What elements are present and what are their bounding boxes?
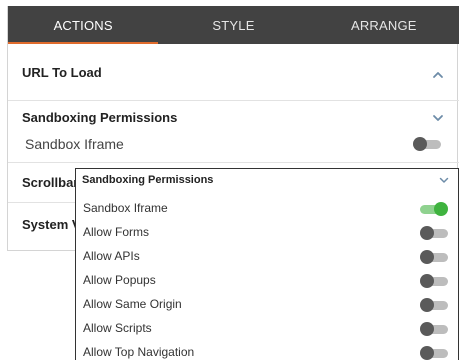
url-to-load-section[interactable]: URL To Load: [8, 44, 459, 101]
popup-label: Allow Popups: [83, 273, 156, 287]
sandbox-iframe-label: Sandbox Iframe: [25, 136, 124, 152]
sandboxing-permissions-title[interactable]: Sandboxing Permissions: [22, 110, 177, 125]
popup-row-allow-forms: Allow Forms: [76, 221, 458, 245]
url-to-load-title: URL To Load: [22, 65, 102, 80]
allow-forms-toggle[interactable]: [420, 226, 448, 240]
popup-row-sandbox-iframe: Sandbox Iframe: [76, 197, 458, 221]
popup-label: Allow APIs: [83, 249, 140, 263]
popup-row-allow-apis: Allow APIs: [76, 245, 458, 269]
tab-style[interactable]: STYLE: [158, 6, 308, 44]
sandboxing-permissions-popup: Sandboxing Permissions Sandbox Iframe Al…: [75, 168, 459, 360]
popup-label: Allow Top Navigation: [83, 345, 195, 359]
allow-scripts-toggle[interactable]: [420, 322, 448, 336]
popup-label: Allow Forms: [83, 225, 150, 239]
tab-actions[interactable]: ACTIONS: [8, 6, 159, 44]
popup-row-allow-top-navigation: Allow Top Navigation: [76, 341, 458, 360]
sandbox-iframe-toggle[interactable]: [420, 202, 448, 216]
allow-popups-toggle[interactable]: [420, 274, 448, 288]
tab-bar: ACTIONS STYLE ARRANGE: [8, 6, 459, 44]
allow-top-navigation-toggle[interactable]: [420, 346, 448, 360]
sandboxing-permissions-section: Sandboxing Permissions Sandbox Iframe: [8, 101, 459, 163]
app-root: ACTIONS STYLE ARRANGE URL To Load Sandbo…: [0, 0, 459, 360]
chevron-down-icon[interactable]: [438, 174, 450, 186]
chevron-down-icon[interactable]: [431, 111, 445, 125]
sandbox-iframe-toggle[interactable]: [413, 137, 441, 151]
system-title: System V: [22, 217, 81, 232]
popup-row-allow-popups: Allow Popups: [76, 269, 458, 293]
popup-label: Allow Scripts: [83, 321, 152, 335]
chevron-up-icon[interactable]: [431, 68, 445, 82]
popup-row-allow-same-origin: Allow Same Origin: [76, 293, 458, 317]
allow-same-origin-toggle[interactable]: [420, 298, 448, 312]
allow-apis-toggle[interactable]: [420, 250, 448, 264]
popup-title: Sandboxing Permissions: [82, 174, 214, 186]
popup-label: Sandbox Iframe: [83, 201, 168, 215]
popup-row-allow-scripts: Allow Scripts: [76, 317, 458, 341]
popup-label: Allow Same Origin: [83, 297, 182, 311]
tab-arrange[interactable]: ARRANGE: [309, 6, 459, 44]
